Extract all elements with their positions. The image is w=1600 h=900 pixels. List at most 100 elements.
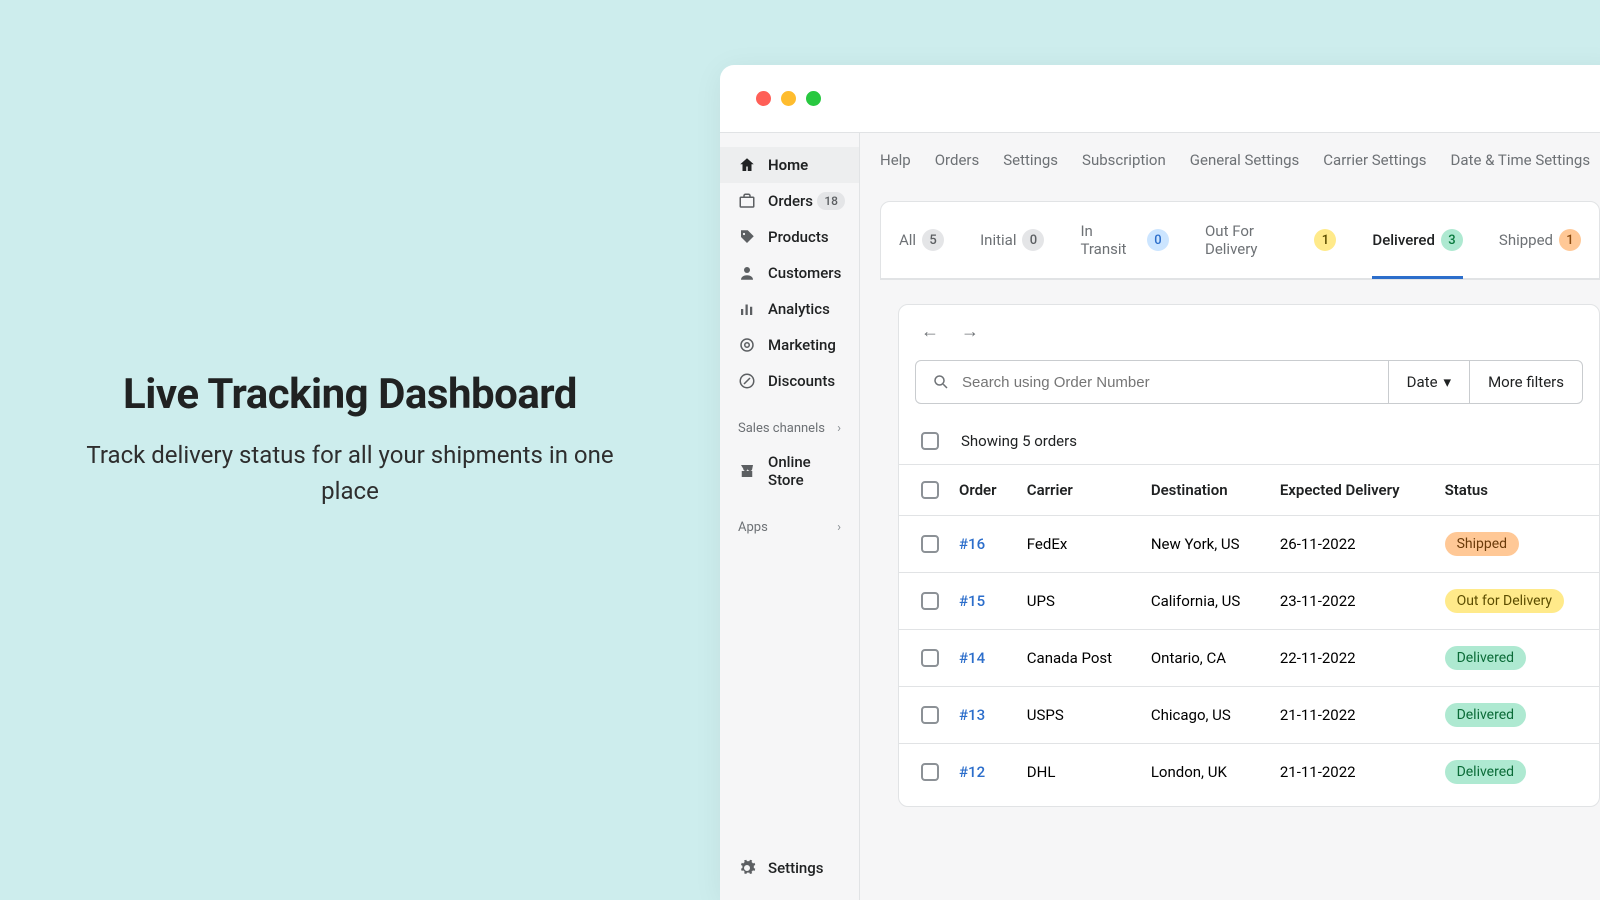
- cell-carrier: USPS: [1017, 687, 1141, 744]
- more-filters-label: More filters: [1488, 373, 1564, 391]
- row-checkbox[interactable]: [921, 763, 939, 781]
- order-link[interactable]: #16: [949, 516, 1017, 573]
- sidebar-item-label: Customers: [768, 264, 841, 282]
- col-order: Order: [949, 465, 1017, 516]
- table-row: #15UPSCalifornia, US23-11-2022Out for De…: [899, 573, 1599, 630]
- search-input[interactable]: [962, 374, 1372, 391]
- sidebar-item-label: Analytics: [768, 300, 830, 318]
- orders-icon: [738, 192, 756, 210]
- order-link[interactable]: #14: [949, 630, 1017, 687]
- topnav-datetime-settings[interactable]: Date & Time Settings: [1451, 151, 1591, 169]
- cell-status: Out for Delivery: [1435, 573, 1599, 630]
- table-row: #14Canada PostOntario, CA22-11-2022Deliv…: [899, 630, 1599, 687]
- count-badge: 1: [1314, 229, 1336, 251]
- count-badge: 0: [1147, 229, 1169, 251]
- tab-label: In Transit: [1080, 222, 1141, 258]
- tab-label: Shipped: [1499, 231, 1553, 249]
- topnav-subscription[interactable]: Subscription: [1082, 151, 1166, 169]
- hero-panel: Live Tracking Dashboard Track delivery s…: [70, 370, 630, 509]
- section-label: Sales channels: [738, 421, 825, 436]
- col-expected: Expected Delivery: [1270, 465, 1435, 516]
- tabs-container: All 5 Initial 0 In Transit 0 Out For Del…: [880, 201, 1600, 280]
- topnav-carrier-settings[interactable]: Carrier Settings: [1323, 151, 1426, 169]
- sidebar-item-customers[interactable]: Customers: [720, 255, 859, 291]
- tab-delivered[interactable]: Delivered 3: [1372, 202, 1463, 279]
- table-row: #16FedExNew York, US26-11-2022Shipped: [899, 516, 1599, 573]
- sidebar-item-marketing[interactable]: Marketing: [720, 327, 859, 363]
- col-carrier: Carrier: [1017, 465, 1141, 516]
- search-box[interactable]: [916, 361, 1388, 403]
- sidebar-item-analytics[interactable]: Analytics: [720, 291, 859, 327]
- count-badge: 0: [1022, 229, 1044, 251]
- row-checkbox[interactable]: [921, 649, 939, 667]
- sidebar-item-label: Settings: [768, 859, 824, 877]
- cell-expected: 26-11-2022: [1270, 516, 1435, 573]
- showing-text: Showing 5 orders: [961, 432, 1077, 450]
- sidebar-item-products[interactable]: Products: [720, 219, 859, 255]
- tab-initial[interactable]: Initial 0: [980, 202, 1044, 279]
- close-icon[interactable]: [756, 91, 771, 106]
- tab-shipped[interactable]: Shipped 1: [1499, 202, 1581, 279]
- cell-expected: 21-11-2022: [1270, 687, 1435, 744]
- status-badge: Delivered: [1445, 703, 1526, 727]
- sidebar-item-label: Orders: [768, 192, 813, 210]
- select-all-checkbox[interactable]: [921, 432, 939, 450]
- sidebar-section-apps[interactable]: Apps ›: [720, 512, 859, 543]
- topnav-orders[interactable]: Orders: [935, 151, 980, 169]
- minimize-icon[interactable]: [781, 91, 796, 106]
- sidebar-item-label: Products: [768, 228, 829, 246]
- more-filters-button[interactable]: More filters: [1469, 361, 1582, 403]
- sidebar-item-home[interactable]: Home: [720, 147, 859, 183]
- showing-row: Showing 5 orders: [899, 418, 1599, 464]
- status-badge: Delivered: [1445, 760, 1526, 784]
- cell-expected: 22-11-2022: [1270, 630, 1435, 687]
- orders-table: Order Carrier Destination Expected Deliv…: [899, 464, 1599, 800]
- cell-expected: 21-11-2022: [1270, 744, 1435, 801]
- section-label: Apps: [738, 520, 768, 535]
- maximize-icon[interactable]: [806, 91, 821, 106]
- hero-title: Live Tracking Dashboard: [70, 370, 630, 419]
- search-icon: [932, 373, 950, 391]
- user-icon: [738, 264, 756, 282]
- order-link[interactable]: #12: [949, 744, 1017, 801]
- topnav-settings[interactable]: Settings: [1003, 151, 1058, 169]
- cell-status: Delivered: [1435, 687, 1599, 744]
- topnav-general-settings[interactable]: General Settings: [1190, 151, 1300, 169]
- sidebar-item-label: Discounts: [768, 372, 835, 390]
- tab-all[interactable]: All 5: [899, 202, 944, 279]
- analytics-icon: [738, 300, 756, 318]
- chevron-right-icon: ›: [837, 421, 841, 436]
- count-badge: 5: [922, 229, 944, 251]
- date-filter-button[interactable]: Date ▾: [1388, 361, 1469, 403]
- breadcrumb-nav: Help Orders Settings Subscription Genera…: [860, 133, 1600, 183]
- row-checkbox[interactable]: [921, 535, 939, 553]
- sidebar-item-label: Online Store: [768, 453, 841, 489]
- order-link[interactable]: #15: [949, 573, 1017, 630]
- chevron-right-icon: ›: [837, 520, 841, 535]
- order-link[interactable]: #13: [949, 687, 1017, 744]
- header-checkbox[interactable]: [921, 481, 939, 499]
- cell-carrier: UPS: [1017, 573, 1141, 630]
- prev-arrow-icon[interactable]: ←: [921, 321, 939, 342]
- row-checkbox[interactable]: [921, 592, 939, 610]
- topnav-help[interactable]: Help: [880, 151, 911, 169]
- sidebar-item-discounts[interactable]: Discounts: [720, 363, 859, 399]
- status-badge: Delivered: [1445, 646, 1526, 670]
- caret-down-icon: ▾: [1444, 373, 1452, 391]
- window-controls: [720, 65, 1600, 132]
- tab-in-transit[interactable]: In Transit 0: [1080, 202, 1169, 279]
- cell-carrier: FedEx: [1017, 516, 1141, 573]
- sidebar-item-label: Marketing: [768, 336, 836, 354]
- sidebar-item-online-store[interactable]: Online Store: [720, 444, 859, 498]
- row-checkbox[interactable]: [921, 706, 939, 724]
- cell-carrier: Canada Post: [1017, 630, 1141, 687]
- sidebar-item-orders[interactable]: Orders 18: [720, 183, 859, 219]
- tab-out-for-delivery[interactable]: Out For Delivery 1: [1205, 202, 1336, 279]
- next-arrow-icon[interactable]: →: [961, 321, 979, 342]
- sidebar-item-settings[interactable]: Settings: [720, 850, 859, 886]
- hero-subtitle: Track delivery status for all your shipm…: [70, 437, 630, 509]
- target-icon: [738, 336, 756, 354]
- sidebar-section-sales-channels[interactable]: Sales channels ›: [720, 413, 859, 444]
- cell-expected: 23-11-2022: [1270, 573, 1435, 630]
- status-badge: Out for Delivery: [1445, 589, 1565, 613]
